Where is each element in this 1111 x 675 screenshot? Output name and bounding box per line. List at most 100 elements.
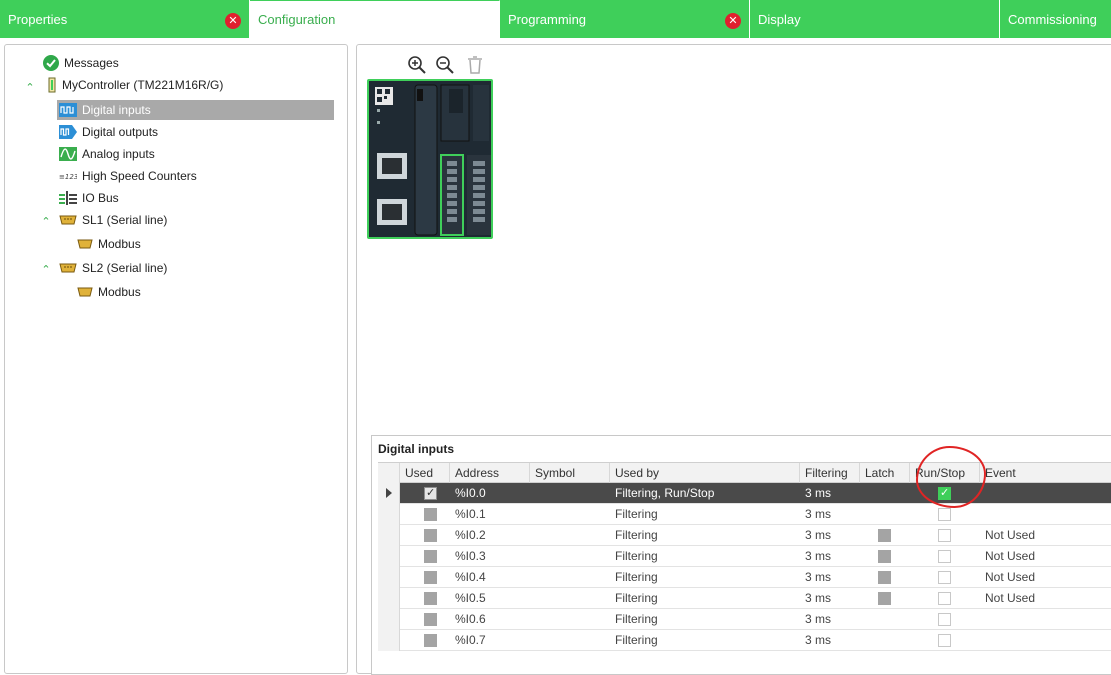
tree-item-io-bus[interactable]: IO Bus xyxy=(59,188,119,208)
tab-properties[interactable]: Properties ✕ xyxy=(0,0,250,38)
table-row[interactable]: %I0.3 Filtering 3 ms Not Used xyxy=(378,546,1111,567)
tree-item-sl1-modbus[interactable]: Modbus xyxy=(77,234,141,254)
used-checkbox[interactable] xyxy=(424,634,437,647)
row-header[interactable] xyxy=(378,567,400,588)
row-header[interactable] xyxy=(378,630,400,651)
zoom-out-icon[interactable] xyxy=(435,55,455,75)
tree-item-digital-inputs[interactable]: Digital inputs xyxy=(57,100,334,120)
run-stop-checkbox[interactable] xyxy=(938,613,951,626)
latch-checkbox[interactable] xyxy=(878,592,891,605)
run-stop-checkbox[interactable] xyxy=(938,508,951,521)
run-stop-checkbox[interactable] xyxy=(938,592,951,605)
cell-used-by[interactable]: Filtering, Run/Stop xyxy=(610,483,800,504)
cell-event[interactable]: Not Used xyxy=(980,588,1111,609)
cell-address[interactable]: %I0.2 xyxy=(450,525,530,546)
zoom-in-icon[interactable] xyxy=(407,55,427,75)
column-header-used[interactable]: Used xyxy=(400,463,450,484)
table-row[interactable]: %I0.6 Filtering 3 ms xyxy=(378,609,1111,630)
used-checkbox[interactable]: ✓ xyxy=(424,487,437,500)
column-header-latch[interactable]: Latch xyxy=(860,463,910,484)
column-header-address[interactable]: Address xyxy=(450,463,530,484)
cell-event[interactable] xyxy=(980,630,1111,651)
cell-filtering[interactable]: 3 ms xyxy=(800,504,860,525)
cell-address[interactable]: %I0.0 xyxy=(450,483,530,504)
cell-symbol[interactable] xyxy=(530,525,610,546)
tree-item-controller[interactable]: MyController (TM221M16R/G) xyxy=(47,75,223,95)
row-header[interactable] xyxy=(378,609,400,630)
cell-symbol[interactable] xyxy=(530,567,610,588)
table-row[interactable]: %I0.1 Filtering 3 ms xyxy=(378,504,1111,525)
controller-device-image[interactable] xyxy=(367,79,493,239)
run-stop-checkbox[interactable]: ✓ xyxy=(938,487,951,500)
chevron-up-icon[interactable]: ⌃ xyxy=(40,263,52,276)
cell-event[interactable]: Not Used xyxy=(980,546,1111,567)
run-stop-checkbox[interactable] xyxy=(938,529,951,542)
cell-filtering[interactable]: 3 ms xyxy=(800,483,860,504)
tab-programming[interactable]: Programming ✕ xyxy=(500,0,750,38)
cell-event[interactable]: Not Used xyxy=(980,525,1111,546)
cell-filtering[interactable]: 3 ms xyxy=(800,588,860,609)
tab-display[interactable]: Display xyxy=(750,0,1000,38)
cell-used-by[interactable]: Filtering xyxy=(610,546,800,567)
tree-item-sl1[interactable]: SL1 (Serial line) xyxy=(59,210,167,230)
latch-checkbox[interactable] xyxy=(878,550,891,563)
cell-filtering[interactable]: 3 ms xyxy=(800,525,860,546)
cell-address[interactable]: %I0.3 xyxy=(450,546,530,567)
used-checkbox[interactable] xyxy=(424,550,437,563)
tree-item-sl2-modbus[interactable]: Modbus xyxy=(77,282,141,302)
cell-event[interactable]: Not Used xyxy=(980,567,1111,588)
column-header-filtering[interactable]: Filtering xyxy=(800,463,860,484)
table-row[interactable]: %I0.2 Filtering 3 ms Not Used xyxy=(378,525,1111,546)
used-checkbox[interactable] xyxy=(424,613,437,626)
tree-item-sl2[interactable]: SL2 (Serial line) xyxy=(59,258,167,278)
cell-used-by[interactable]: Filtering xyxy=(610,588,800,609)
cell-filtering[interactable]: 3 ms xyxy=(800,546,860,567)
chevron-up-icon[interactable]: ⌃ xyxy=(40,215,52,228)
column-header-run-stop[interactable]: Run/Stop xyxy=(910,463,980,484)
tree-item-messages[interactable]: Messages xyxy=(43,53,119,73)
table-row[interactable]: %I0.7 Filtering 3 ms xyxy=(378,630,1111,651)
used-checkbox[interactable] xyxy=(424,592,437,605)
cell-filtering[interactable]: 3 ms xyxy=(800,567,860,588)
cell-address[interactable]: %I0.7 xyxy=(450,630,530,651)
row-header[interactable] xyxy=(378,546,400,567)
cell-address[interactable]: %I0.1 xyxy=(450,504,530,525)
row-header[interactable] xyxy=(378,588,400,609)
table-row[interactable]: %I0.5 Filtering 3 ms Not Used xyxy=(378,588,1111,609)
chevron-up-icon[interactable]: ⌃ xyxy=(24,81,36,94)
cell-address[interactable]: %I0.6 xyxy=(450,609,530,630)
cell-used-by[interactable]: Filtering xyxy=(610,630,800,651)
cell-event[interactable] xyxy=(980,504,1111,525)
column-header-symbol[interactable]: Symbol xyxy=(530,463,610,484)
tab-configuration[interactable]: Configuration xyxy=(250,0,500,38)
cell-event[interactable] xyxy=(980,609,1111,630)
table-row[interactable]: %I0.4 Filtering 3 ms Not Used xyxy=(378,567,1111,588)
run-stop-checkbox[interactable] xyxy=(938,571,951,584)
cell-address[interactable]: %I0.4 xyxy=(450,567,530,588)
row-header[interactable] xyxy=(378,504,400,525)
cell-used-by[interactable]: Filtering xyxy=(610,609,800,630)
row-header[interactable] xyxy=(378,483,400,504)
used-checkbox[interactable] xyxy=(424,571,437,584)
row-header[interactable] xyxy=(378,525,400,546)
run-stop-checkbox[interactable] xyxy=(938,634,951,647)
cell-symbol[interactable] xyxy=(530,609,610,630)
trash-icon[interactable] xyxy=(465,55,485,75)
cell-symbol[interactable] xyxy=(530,483,610,504)
cell-address[interactable]: %I0.5 xyxy=(450,588,530,609)
tree-item-digital-outputs[interactable]: Digital outputs xyxy=(59,122,158,142)
latch-checkbox[interactable] xyxy=(878,571,891,584)
cell-used-by[interactable]: Filtering xyxy=(610,525,800,546)
tree-item-high-speed-counters[interactable]: ≡123 High Speed Counters xyxy=(59,166,197,186)
column-header-event[interactable]: Event xyxy=(980,463,1111,484)
used-checkbox[interactable] xyxy=(424,508,437,521)
cell-symbol[interactable] xyxy=(530,546,610,567)
cell-symbol[interactable] xyxy=(530,630,610,651)
column-header-used-by[interactable]: Used by xyxy=(610,463,800,484)
cell-event[interactable] xyxy=(980,483,1111,504)
cell-filtering[interactable]: 3 ms xyxy=(800,609,860,630)
latch-checkbox[interactable] xyxy=(878,529,891,542)
cell-symbol[interactable] xyxy=(530,504,610,525)
used-checkbox[interactable] xyxy=(424,529,437,542)
cell-symbol[interactable] xyxy=(530,588,610,609)
